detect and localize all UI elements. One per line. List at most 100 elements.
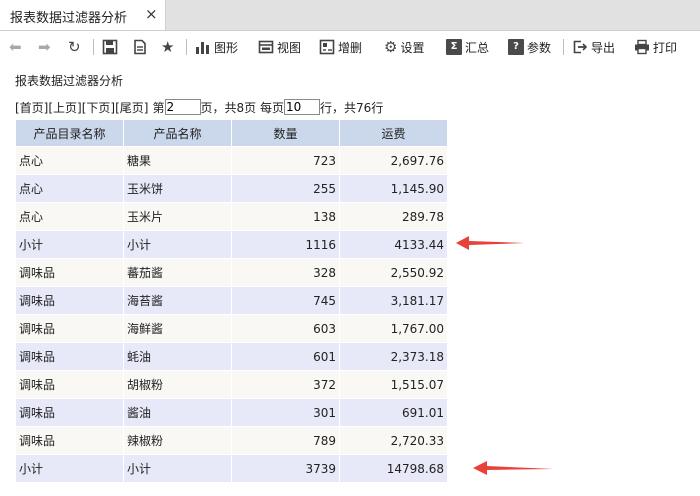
product-cell: 小计 bbox=[123, 230, 232, 259]
star-icon: ★ bbox=[161, 38, 175, 56]
category-cell: 调味品 bbox=[15, 398, 124, 427]
column-header-qty: 数量 bbox=[231, 119, 340, 147]
table-row: 调味品 蚝油 601 2,373.18 bbox=[15, 342, 448, 371]
tab-title: 报表数据过滤器分析 bbox=[10, 11, 128, 26]
category-cell: 调味品 bbox=[15, 258, 124, 287]
summary-button[interactable]: Σ 汇总 bbox=[446, 37, 489, 57]
save-button[interactable] bbox=[102, 37, 121, 57]
rows-per-page-input[interactable] bbox=[283, 99, 320, 115]
params-label: 参数 bbox=[527, 40, 552, 55]
annotation-arrow-icon bbox=[473, 461, 554, 475]
table-row: 调味品 海苔酱 745 3,181.17 bbox=[15, 286, 448, 315]
qty-cell: 1116 bbox=[231, 230, 340, 259]
qty-cell: 255 bbox=[231, 174, 340, 203]
favorite-button[interactable]: ★ bbox=[161, 37, 174, 57]
pager: [首页] [上页] [下页] [尾页] 第 页，共8页 每页 行，共76行 bbox=[15, 98, 383, 116]
export-icon bbox=[572, 39, 588, 55]
freight-cell: 4133.44 bbox=[339, 230, 448, 259]
product-cell: 玉米片 bbox=[123, 202, 232, 231]
toolbar-divider bbox=[186, 39, 187, 55]
sigma-icon: Σ bbox=[446, 39, 462, 55]
qty-cell: 723 bbox=[231, 146, 340, 175]
settings-button[interactable]: ⚙ 设置 bbox=[384, 37, 424, 57]
category-cell: 调味品 bbox=[15, 286, 124, 315]
freight-cell: 2,720.33 bbox=[339, 426, 448, 455]
crud-button[interactable]: 增删 bbox=[319, 37, 362, 57]
back-button[interactable]: ⬅ bbox=[9, 37, 22, 57]
table-row: 点心 玉米饼 255 1,145.90 bbox=[15, 174, 448, 203]
tab-strip: 报表数据过滤器分析 × bbox=[0, 0, 700, 31]
view-button[interactable]: 视图 bbox=[258, 37, 301, 57]
freight-cell: 1,767.00 bbox=[339, 314, 448, 343]
product-cell: 酱油 bbox=[123, 398, 232, 427]
category-cell: 调味品 bbox=[15, 314, 124, 343]
page-prefix: 第 bbox=[152, 100, 165, 115]
next-page-link[interactable]: [下页] bbox=[82, 99, 115, 116]
bar-chart-icon bbox=[195, 39, 211, 55]
product-cell: 海鲜酱 bbox=[123, 314, 232, 343]
product-cell: 辣椒粉 bbox=[123, 426, 232, 455]
crud-label: 增删 bbox=[338, 40, 363, 55]
column-header-freight: 运费 bbox=[339, 119, 448, 147]
printer-icon bbox=[634, 39, 650, 55]
chart-button[interactable]: 图形 bbox=[195, 37, 238, 57]
params-button[interactable]: ? 参数 bbox=[508, 37, 551, 57]
report-title: 报表数据过滤器分析 bbox=[15, 74, 124, 88]
product-cell: 蚝油 bbox=[123, 342, 232, 371]
refresh-icon: ↻ bbox=[68, 38, 81, 56]
table-row: 调味品 海鲜酱 603 1,767.00 bbox=[15, 314, 448, 343]
close-icon[interactable]: × bbox=[145, 5, 158, 23]
save-as-button[interactable] bbox=[132, 37, 151, 57]
product-cell: 蕃茄酱 bbox=[123, 258, 232, 287]
help-icon: ? bbox=[508, 39, 524, 55]
table-row: 点心 糖果 723 2,697.76 bbox=[15, 146, 448, 175]
freight-cell: 1,145.90 bbox=[339, 174, 448, 203]
table-row: 调味品 蕃茄酱 328 2,550.92 bbox=[15, 258, 448, 287]
prev-page-link[interactable]: [上页] bbox=[48, 99, 81, 116]
table-row: 调味品 胡椒粉 372 1,515.07 bbox=[15, 370, 448, 399]
qty-cell: 745 bbox=[231, 286, 340, 315]
export-button[interactable]: 导出 bbox=[572, 37, 615, 57]
table-row: 调味品 辣椒粉 789 2,720.33 bbox=[15, 426, 448, 455]
qty-cell: 601 bbox=[231, 342, 340, 371]
qty-cell: 301 bbox=[231, 398, 340, 427]
tab-report[interactable]: 报表数据过滤器分析 × bbox=[0, 0, 166, 30]
arrow-left-icon: ⬅ bbox=[9, 38, 22, 56]
view-icon bbox=[258, 39, 274, 55]
category-cell: 点心 bbox=[15, 202, 124, 231]
document-icon bbox=[132, 39, 148, 55]
page-number-input[interactable] bbox=[164, 99, 201, 115]
category-cell: 小计 bbox=[15, 454, 124, 483]
table-row: 点心 玉米片 138 289.78 bbox=[15, 202, 448, 231]
edit-table-icon bbox=[319, 39, 335, 55]
qty-cell: 328 bbox=[231, 258, 340, 287]
last-page-link[interactable]: [尾页] bbox=[115, 99, 148, 116]
column-header-product: 产品名称 bbox=[123, 119, 232, 147]
settings-label: 设置 bbox=[400, 40, 425, 55]
product-cell: 海苔酱 bbox=[123, 286, 232, 315]
freight-cell: 14798.68 bbox=[339, 454, 448, 483]
toolbar-divider bbox=[93, 39, 94, 55]
table-header-row: 产品目录名称 产品名称 数量 运费 bbox=[15, 119, 448, 147]
category-cell: 调味品 bbox=[15, 370, 124, 399]
arrow-right-icon: ➡ bbox=[38, 38, 51, 56]
qty-cell: 3739 bbox=[231, 454, 340, 483]
product-cell: 小计 bbox=[123, 454, 232, 483]
page-suffix: 页，共8页 每页 bbox=[200, 100, 284, 115]
qty-cell: 138 bbox=[231, 202, 340, 231]
qty-cell: 789 bbox=[231, 426, 340, 455]
freight-cell: 2,697.76 bbox=[339, 146, 448, 175]
product-cell: 糖果 bbox=[123, 146, 232, 175]
freight-cell: 2,550.92 bbox=[339, 258, 448, 287]
table-row: 调味品 酱油 301 691.01 bbox=[15, 398, 448, 427]
subtotal-row: 小计 小计 1116 4133.44 bbox=[15, 230, 448, 259]
rows-suffix: 行，共76行 bbox=[319, 100, 384, 115]
save-icon bbox=[102, 39, 118, 55]
forward-button[interactable]: ➡ bbox=[38, 37, 51, 57]
first-page-link[interactable]: [首页] bbox=[15, 99, 48, 116]
category-cell: 点心 bbox=[15, 174, 124, 203]
refresh-button[interactable]: ↻ bbox=[68, 37, 81, 57]
category-cell: 调味品 bbox=[15, 426, 124, 455]
annotation-arrow-icon bbox=[456, 236, 525, 250]
print-button[interactable]: 打印 bbox=[634, 37, 677, 57]
